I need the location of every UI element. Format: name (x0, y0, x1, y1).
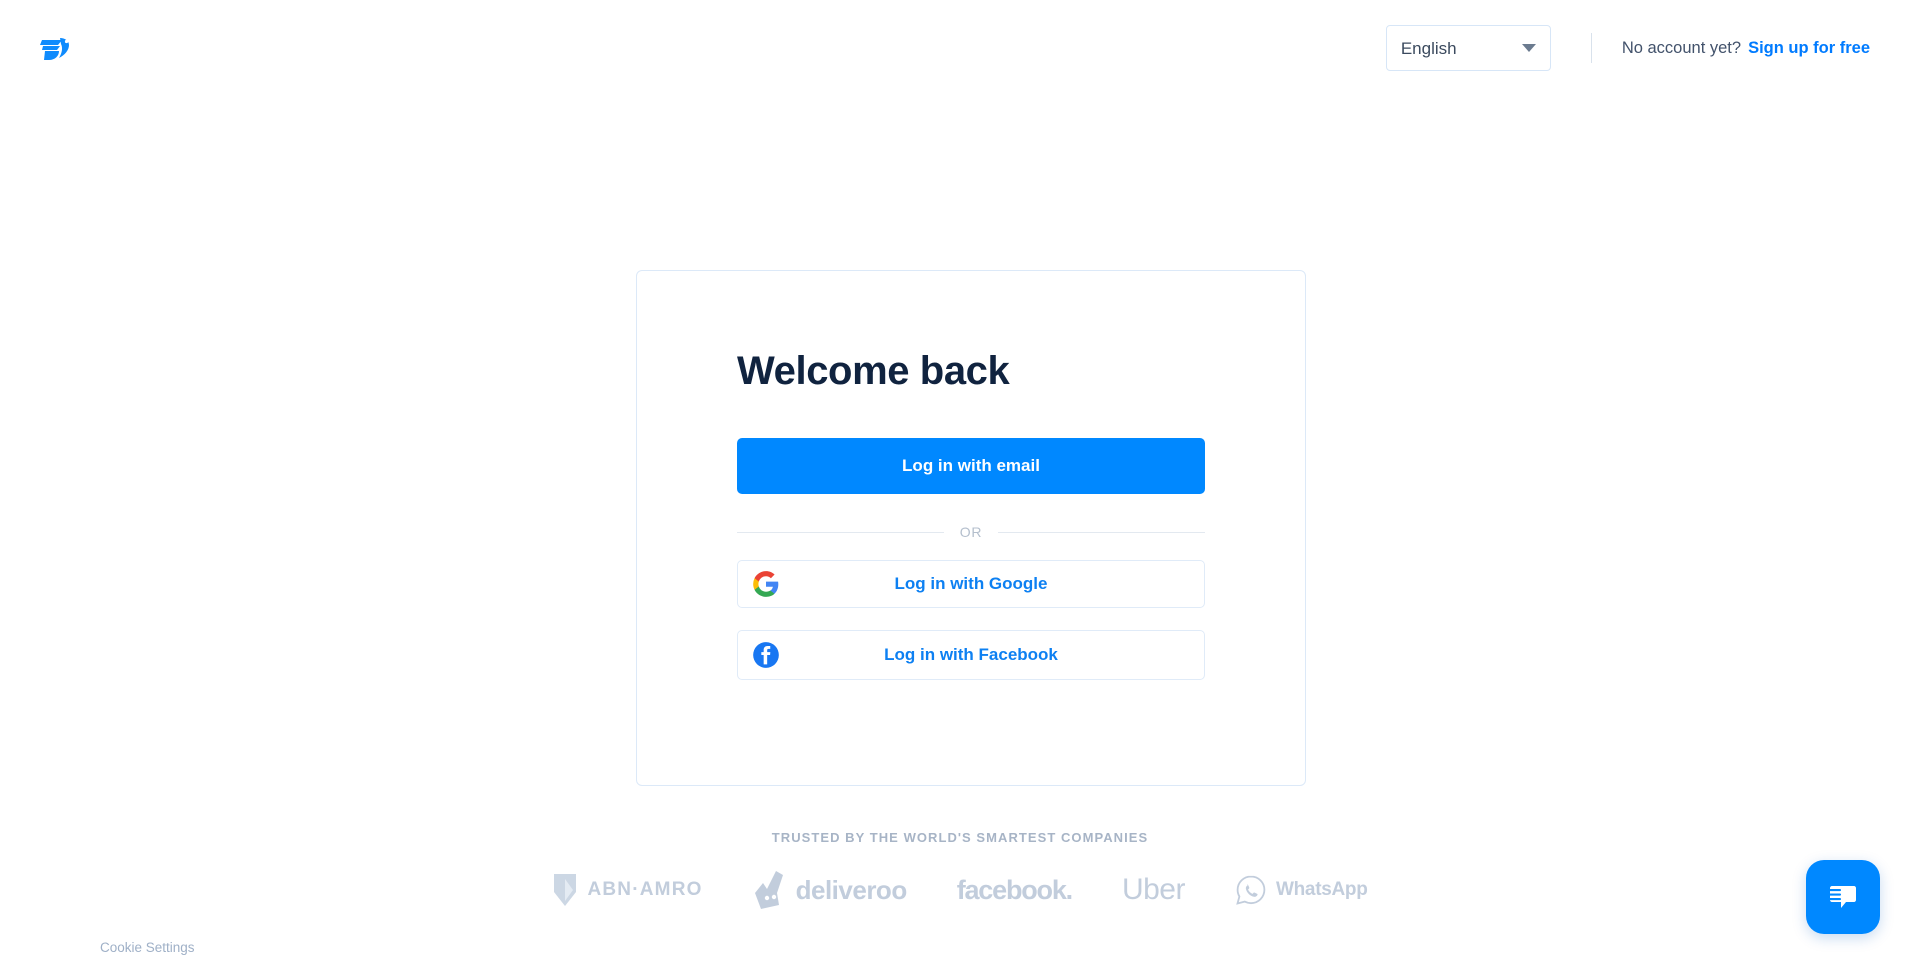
logo-abn-amro-label: ABN·AMRO (587, 879, 703, 900)
or-divider-line-left (737, 531, 944, 533)
logo-deliveroo-label: deliveroo (795, 874, 908, 905)
customer-logo-row: ABN·AMRO deliveroo facebook. Uber WhatsA… (0, 869, 1920, 911)
logo-uber-label: Uber (1121, 873, 1186, 906)
whatsapp-phone-icon (1236, 875, 1266, 905)
login-card: Welcome back Log in with email OR Log in… (636, 270, 1306, 786)
or-divider-label: OR (959, 524, 983, 540)
logo-abn-amro: ABN·AMRO (552, 870, 702, 910)
login-with-facebook-button[interactable]: Log in with Facebook (737, 630, 1205, 680)
facebook-icon (753, 642, 779, 668)
logo-deliveroo: deliveroo (753, 869, 907, 911)
login-with-google-button[interactable]: Log in with Google (737, 560, 1205, 608)
deliveroo-kangaroo-icon (754, 871, 783, 909)
brand-logo-link[interactable] (36, 28, 76, 68)
no-account-text: No account yet? (1621, 38, 1742, 57)
page-header: English No account yet? Sign up for free (0, 0, 1920, 96)
logo-whatsapp: WhatsApp (1235, 874, 1368, 906)
login-with-google-label: Log in with Google (894, 574, 1048, 593)
header-divider (1590, 33, 1592, 63)
login-with-email-button[interactable]: Log in with email (737, 438, 1205, 494)
or-divider: OR (737, 524, 1206, 540)
google-icon (753, 571, 779, 597)
logo-facebook: facebook. (956, 874, 1073, 906)
trusted-by-section: TRUSTED BY THE WORLD'S SMARTEST COMPANIE… (0, 830, 1920, 911)
chat-widget-button[interactable] (1806, 860, 1880, 934)
language-select[interactable]: English (1385, 25, 1551, 71)
login-with-facebook-label: Log in with Facebook (884, 645, 1058, 664)
cookie-settings-button[interactable]: Cookie Settings (100, 940, 195, 955)
chevron-down-icon (1521, 44, 1536, 52)
chat-bubble-icon (1827, 886, 1856, 908)
header-right-group: English No account yet? Sign up for free (1385, 25, 1870, 71)
or-divider-line-right (998, 531, 1206, 533)
sign-up-link[interactable]: Sign up for free (1748, 39, 1870, 58)
front-bird-logo-icon (40, 38, 69, 60)
language-select-value: English (1400, 38, 1457, 58)
logo-whatsapp-label: WhatsApp (1275, 879, 1368, 900)
abn-amro-shield-icon (554, 874, 577, 906)
logo-uber: Uber (1121, 873, 1186, 907)
logo-facebook-label: facebook. (956, 874, 1073, 905)
trusted-by-title: TRUSTED BY THE WORLD'S SMARTEST COMPANIE… (771, 830, 1149, 845)
page-title: Welcome back (737, 349, 1010, 393)
